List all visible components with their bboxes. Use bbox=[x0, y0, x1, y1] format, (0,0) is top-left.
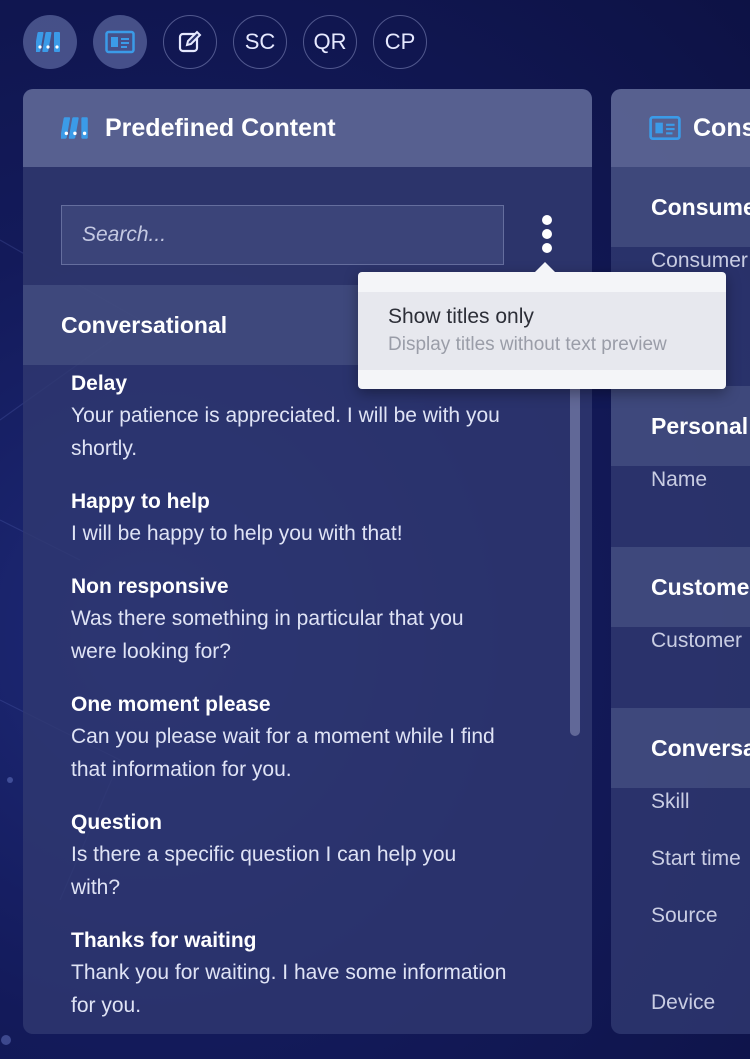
section-title: Conversa bbox=[651, 734, 750, 761]
item-text: Can you please wait for a moment while I… bbox=[71, 725, 495, 781]
item-text: Your patience is appreciated. I will be … bbox=[71, 404, 500, 460]
kebab-dot bbox=[542, 215, 552, 225]
binders-icon bbox=[36, 32, 60, 52]
options-menu: Show titles only Display titles without … bbox=[358, 262, 726, 389]
section-header-personal[interactable]: Personal bbox=[611, 386, 750, 466]
item-title: Thanks for waiting bbox=[71, 929, 257, 952]
panel-header: Predefined Content bbox=[23, 89, 592, 167]
section-header-consumer[interactable]: Consume bbox=[611, 167, 750, 247]
section-header-customer[interactable]: Custome bbox=[611, 547, 750, 627]
field-label: Consumer bbox=[651, 249, 748, 272]
edit-button[interactable] bbox=[163, 15, 217, 69]
list-item[interactable]: One moment please Can you please wait fo… bbox=[71, 690, 511, 786]
edit-icon bbox=[178, 30, 202, 53]
item-text: Is there a specific question I can help … bbox=[71, 843, 457, 899]
menu-item-title: Show titles only bbox=[388, 305, 534, 328]
item-title: Question bbox=[71, 811, 163, 834]
list-scrollbar[interactable] bbox=[570, 379, 580, 736]
field-label: Skill bbox=[651, 790, 690, 813]
section-title: Conversational bbox=[61, 311, 228, 338]
list-item[interactable]: Non responsive Was there something in pa… bbox=[71, 572, 511, 668]
item-title: Non responsive bbox=[71, 575, 229, 598]
predefined-content-panel: Predefined Content Conversational Delay … bbox=[23, 89, 592, 1034]
section-title: Consume bbox=[651, 193, 750, 220]
item-title: One moment please bbox=[71, 693, 271, 716]
id-card-icon bbox=[649, 116, 681, 140]
id-card-icon bbox=[105, 30, 135, 54]
panel-header: Cons bbox=[611, 89, 750, 167]
menu-item-description: Display titles without text preview bbox=[388, 334, 667, 355]
show-titles-only-option[interactable]: Show titles only Display titles without … bbox=[358, 292, 726, 370]
panel-title: Cons bbox=[693, 113, 750, 142]
consumer-info-panel: Cons Consume Consumer mer Personal Name … bbox=[611, 89, 750, 1034]
more-options-button[interactable] bbox=[537, 215, 557, 253]
menu-caret bbox=[534, 262, 556, 273]
content-list: Delay Your patience is appreciated. I wi… bbox=[71, 369, 511, 1034]
item-text: Thank you for waiting. I have some infor… bbox=[71, 961, 507, 1017]
field-label: Start time bbox=[651, 847, 741, 870]
sc-button[interactable]: SC bbox=[233, 15, 287, 69]
list-item[interactable]: Happy to help I will be happy to help yo… bbox=[71, 487, 511, 550]
item-text: Was there something in particular that y… bbox=[71, 607, 464, 663]
field-label: Device bbox=[651, 991, 716, 1014]
field-label: Customer bbox=[651, 629, 743, 652]
kebab-dot bbox=[542, 243, 552, 253]
search-row bbox=[23, 167, 592, 285]
item-title: Happy to help bbox=[71, 490, 210, 513]
search-input[interactable] bbox=[61, 205, 504, 265]
binders-icon bbox=[61, 115, 91, 141]
section-header-conversation[interactable]: Conversa bbox=[611, 708, 750, 788]
consumer-info-button[interactable] bbox=[93, 15, 147, 69]
section-title: Custome bbox=[651, 573, 750, 600]
kebab-dot bbox=[542, 229, 552, 239]
cp-button[interactable]: CP bbox=[373, 15, 427, 69]
item-text: I will be happy to help you with that! bbox=[71, 522, 403, 545]
section-title: Personal bbox=[651, 412, 749, 439]
qr-button[interactable]: QR bbox=[303, 15, 357, 69]
predefined-content-button[interactable] bbox=[23, 15, 77, 69]
top-toolbar: SC QR CP bbox=[23, 15, 427, 71]
list-item[interactable]: Thanks for waiting Thank you for waiting… bbox=[71, 926, 511, 1022]
list-item[interactable]: Question Is there a specific question I … bbox=[71, 808, 511, 904]
panel-title: Predefined Content bbox=[105, 113, 336, 142]
field-label: Source bbox=[651, 904, 718, 927]
field-label: Name bbox=[651, 468, 708, 491]
